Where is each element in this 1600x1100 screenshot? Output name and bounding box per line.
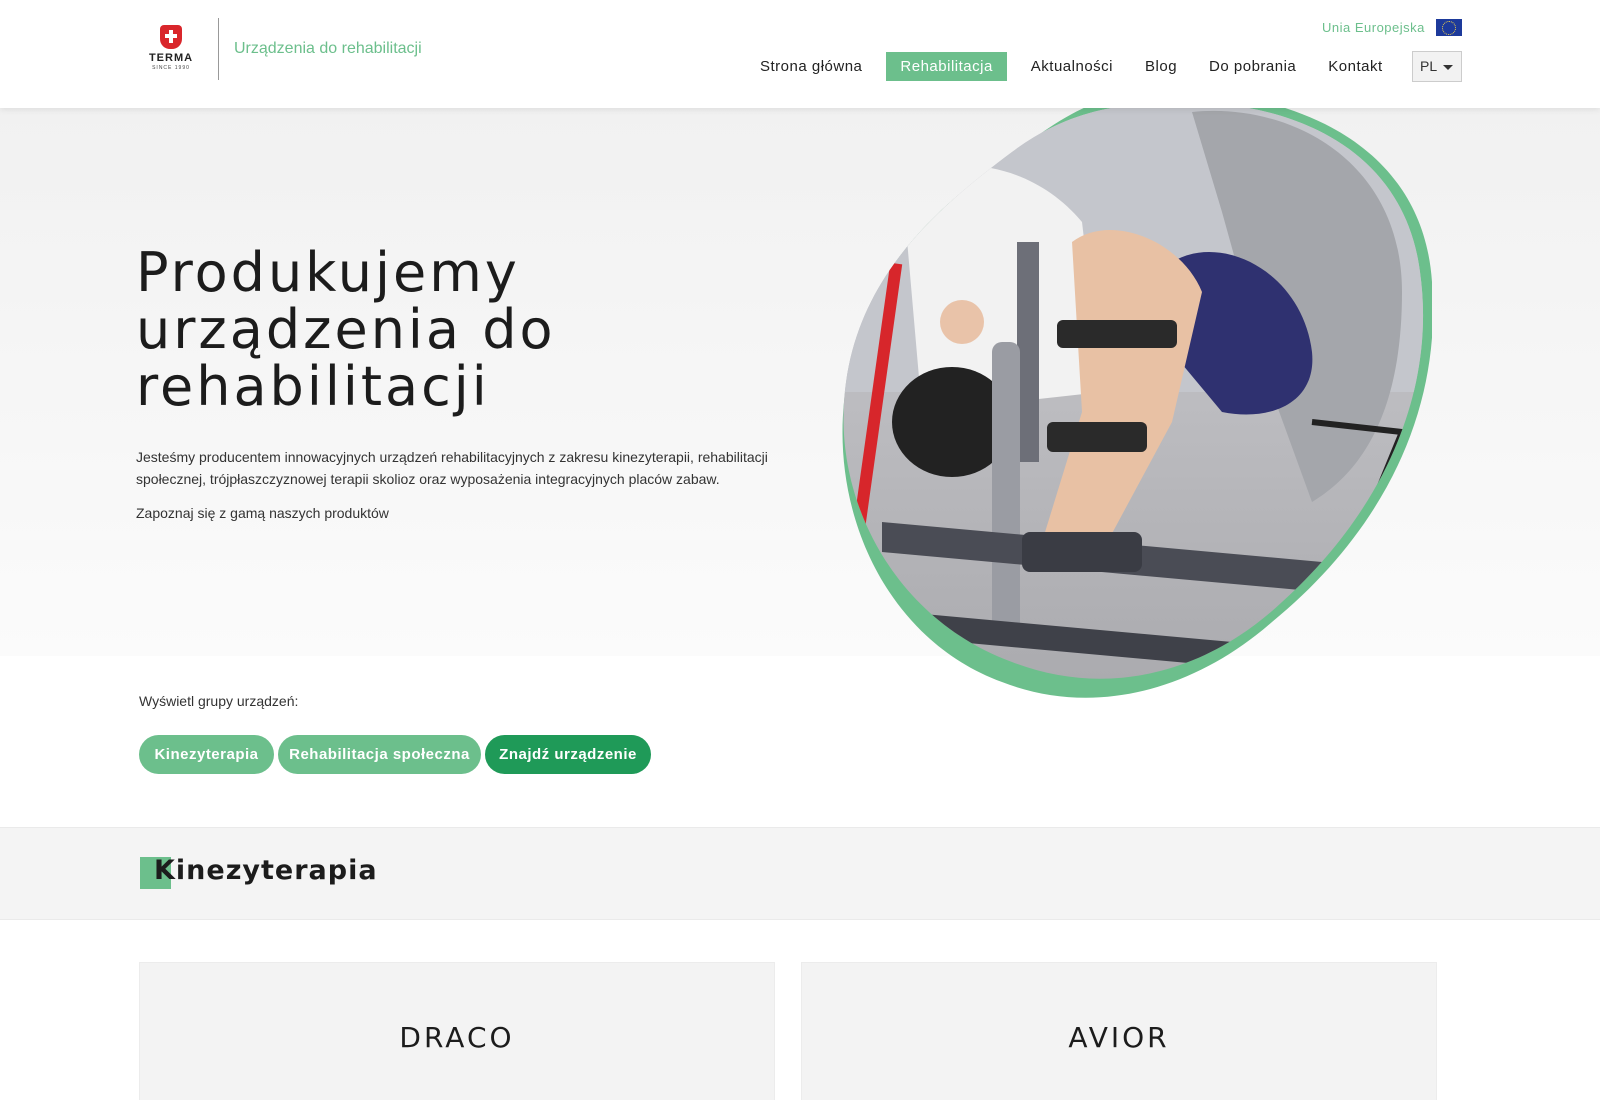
groups-label: Wyświetl grupy urządzeń:	[139, 693, 299, 709]
eu-link[interactable]: Unia Europejska	[1322, 20, 1425, 35]
logo-since: SINCE 1990	[152, 65, 190, 71]
nav-blog[interactable]: Blog	[1131, 52, 1191, 81]
hero-image-blob	[842, 91, 1434, 712]
nav-kontakt[interactable]: Kontakt	[1314, 52, 1396, 81]
product-card-draco[interactable]: DRACO	[139, 962, 775, 1100]
logo-divider	[218, 18, 219, 80]
swiss-cross-icon	[160, 25, 182, 49]
language-value: PL	[1420, 58, 1438, 74]
language-select[interactable]: PL	[1412, 51, 1462, 82]
hero-title-line: Produkujemy	[136, 241, 520, 304]
eu-flag-icon[interactable]	[1436, 19, 1462, 36]
hero-cta-text: Zapoznaj się z gamą naszych produktów	[136, 505, 389, 521]
nav-do-pobrania[interactable]: Do pobrania	[1195, 52, 1310, 81]
site-subtitle[interactable]: Urządzenia do rehabilitacji	[234, 40, 422, 58]
product-card-avior[interactable]: AVIOR	[801, 962, 1437, 1100]
rehab-photo-illustration	[842, 91, 1434, 698]
kinezyterapia-button[interactable]: Kinezyterapia	[139, 735, 274, 774]
nav-aktualnosci[interactable]: Aktualności	[1017, 52, 1127, 81]
product-name: AVIOR	[1068, 1021, 1170, 1054]
nav-home[interactable]: Strona główna	[746, 52, 876, 81]
rehabilitacja-spoleczna-button[interactable]: Rehabilitacja społeczna	[278, 735, 481, 774]
site-header: TERMA SINCE 1990 Urządzenia do rehabilit…	[0, 0, 1600, 108]
caret-down-icon	[1443, 65, 1453, 70]
hero-title: Produkujemy urządzenia do rehabilitacji	[136, 244, 556, 415]
section-title: Kinezyterapia	[154, 855, 378, 886]
nav-rehabilitacja[interactable]: Rehabilitacja	[886, 52, 1007, 81]
hero-title-line: rehabilitacji	[136, 355, 490, 418]
main-nav: Strona główna Rehabilitacja Aktualności …	[746, 51, 1397, 82]
product-name: DRACO	[399, 1021, 515, 1054]
logo-brand-name: TERMA	[148, 52, 194, 64]
hero-title-line: urządzenia do	[136, 298, 556, 361]
hero-description: Jesteśmy producentem innowacyjnych urząd…	[136, 449, 768, 487]
terma-logo[interactable]: TERMA SINCE 1990	[142, 25, 200, 75]
znajdz-urzadzenie-button[interactable]: Znajdź urządzenie	[485, 735, 651, 774]
